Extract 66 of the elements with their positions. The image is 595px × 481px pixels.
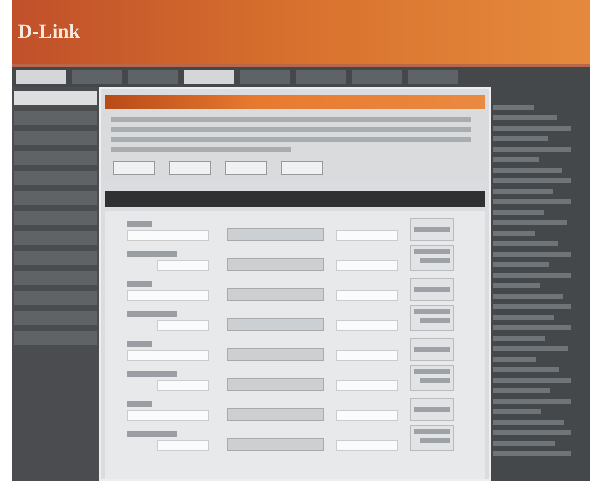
input-field[interactable] bbox=[157, 380, 210, 391]
nav-tab[interactable] bbox=[16, 70, 66, 84]
sidebar-item[interactable] bbox=[14, 211, 98, 225]
input-field[interactable] bbox=[127, 350, 210, 361]
logo: D-Link bbox=[18, 20, 80, 44]
nav-tab[interactable] bbox=[408, 70, 458, 84]
input-field[interactable] bbox=[157, 320, 210, 331]
sidebar-item[interactable] bbox=[14, 111, 98, 125]
button[interactable] bbox=[169, 161, 212, 175]
dropdown[interactable] bbox=[227, 438, 324, 451]
dropdown[interactable] bbox=[227, 378, 324, 391]
input-field[interactable] bbox=[157, 440, 210, 451]
illegible-text-drawing bbox=[414, 405, 450, 415]
illegible-text-drawing bbox=[414, 427, 450, 445]
illegible-text-drawing bbox=[414, 307, 450, 325]
input-field[interactable] bbox=[127, 290, 210, 301]
illegible-text-drawing bbox=[414, 345, 450, 355]
nav-tab[interactable] bbox=[352, 70, 402, 84]
dropdown[interactable] bbox=[227, 228, 324, 241]
sidebar-item[interactable] bbox=[14, 131, 98, 145]
sidebar-item[interactable] bbox=[14, 331, 98, 345]
sidebar-item[interactable] bbox=[14, 171, 98, 185]
illegible-label-drawing bbox=[127, 371, 178, 377]
dropdown[interactable] bbox=[227, 348, 324, 361]
input-field[interactable] bbox=[127, 410, 210, 421]
sidebar-item[interactable] bbox=[14, 151, 98, 165]
input-field[interactable] bbox=[127, 230, 210, 241]
dropdown[interactable] bbox=[227, 408, 324, 421]
nav-tab[interactable] bbox=[240, 70, 290, 84]
illegible-text-drawing bbox=[414, 225, 450, 235]
illegible-label-drawing bbox=[127, 221, 152, 227]
input-field[interactable] bbox=[336, 320, 398, 331]
sidebar-item[interactable] bbox=[14, 271, 98, 285]
input-field[interactable] bbox=[336, 380, 398, 391]
dropdown[interactable] bbox=[227, 288, 324, 301]
illegible-text-drawing bbox=[414, 285, 450, 295]
input-field[interactable] bbox=[157, 260, 210, 271]
sidebar-item[interactable] bbox=[14, 311, 98, 325]
illegible-label-drawing bbox=[127, 251, 178, 257]
input-field[interactable] bbox=[336, 260, 398, 271]
sidebar-item[interactable] bbox=[14, 291, 98, 305]
sidebar-item[interactable] bbox=[14, 251, 98, 265]
illegible-label-drawing bbox=[127, 401, 152, 407]
input-field[interactable] bbox=[336, 410, 398, 421]
sidebar-item[interactable] bbox=[14, 191, 98, 205]
input-field[interactable] bbox=[336, 290, 398, 301]
illegible-text-drawing bbox=[414, 367, 450, 385]
nav-tab[interactable] bbox=[72, 70, 122, 84]
dropdown[interactable] bbox=[227, 318, 324, 331]
button[interactable] bbox=[113, 161, 156, 175]
illegible-label-drawing bbox=[127, 281, 152, 287]
sidebar-item[interactable] bbox=[14, 91, 98, 105]
input-field[interactable] bbox=[336, 350, 398, 361]
input-field[interactable] bbox=[336, 440, 398, 451]
nav-tab[interactable] bbox=[128, 70, 178, 84]
button[interactable] bbox=[281, 161, 324, 175]
dropdown[interactable] bbox=[227, 258, 324, 271]
nav-tab[interactable] bbox=[184, 70, 234, 84]
illegible-label-drawing bbox=[127, 311, 178, 317]
sidebar-item[interactable] bbox=[14, 231, 98, 245]
button[interactable] bbox=[225, 161, 268, 175]
illegible-label-drawing bbox=[127, 341, 152, 347]
input-field[interactable] bbox=[336, 230, 398, 241]
illegible-label-drawing bbox=[127, 431, 178, 437]
illegible-text-drawing bbox=[414, 247, 450, 265]
nav-tab[interactable] bbox=[296, 70, 346, 84]
